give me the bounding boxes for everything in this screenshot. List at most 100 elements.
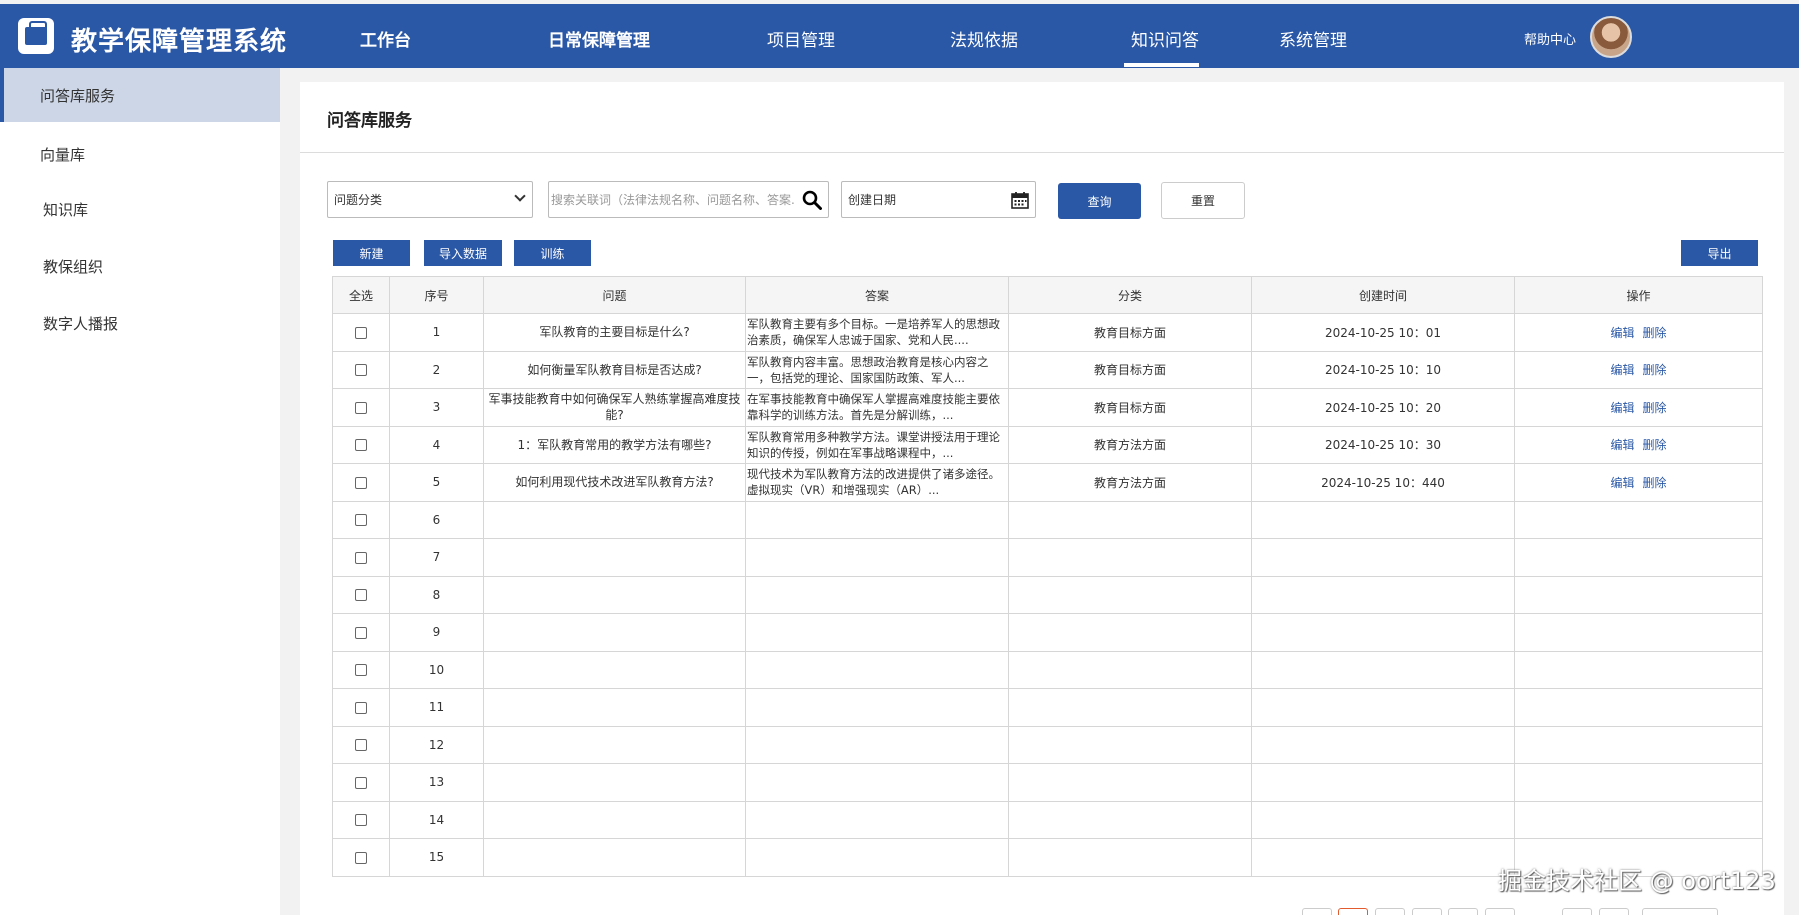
qa-table: 全选 序号 问题 答案 分类 创建时间 操作 1 军队教育的主要目标是什么? 军队教… <box>332 276 1763 877</box>
row-category <box>1008 838 1252 877</box>
nav-regulations[interactable]: 法规依据 <box>950 26 1018 51</box>
row-category: 教育方法方面 <box>1008 463 1252 502</box>
search-icon[interactable] <box>802 190 822 210</box>
calendar-icon <box>1011 192 1029 209</box>
row-checkbox[interactable] <box>355 664 367 677</box>
row-no: 6 <box>389 500 484 539</box>
pagination-next-button[interactable] <box>1562 908 1592 915</box>
pagination-page-button[interactable] <box>1448 908 1478 915</box>
row-checkbox[interactable] <box>355 776 367 789</box>
pagination-page-button[interactable] <box>1375 908 1405 915</box>
nav-daily-support[interactable]: 日常保障管理 <box>548 26 650 51</box>
sidebar-item-knowledge-base[interactable]: 知识库 <box>0 182 280 236</box>
date-picker[interactable]: 创建日期 <box>841 181 1036 218</box>
import-data-button[interactable]: 导入数据 <box>424 240 502 266</box>
pagination-size-select[interactable] <box>1642 908 1718 915</box>
row-select-cell <box>332 800 390 839</box>
pagination-page-button[interactable] <box>1485 908 1515 915</box>
category-select[interactable]: 问题分类 <box>327 181 533 218</box>
column-header-answer: 答案 <box>745 276 1009 314</box>
row-checkbox[interactable] <box>355 589 367 602</box>
row-checkbox[interactable] <box>355 701 367 714</box>
row-checkbox[interactable] <box>355 851 367 864</box>
avatar[interactable] <box>1590 16 1632 58</box>
chevron-down-icon <box>514 190 526 202</box>
column-header-category: 分类 <box>1008 276 1252 314</box>
sidebar-item-qa-service[interactable]: 问答库服务 <box>0 68 280 122</box>
train-button[interactable]: 训练 <box>514 240 591 266</box>
row-checkbox[interactable] <box>355 739 367 752</box>
row-checkbox[interactable] <box>355 514 367 527</box>
sidebar-item-vector-store[interactable]: 向量库 <box>0 127 280 181</box>
row-checkbox[interactable] <box>355 364 367 377</box>
row-checkbox[interactable] <box>355 326 367 339</box>
delete-link[interactable]: 删除 <box>1643 326 1667 340</box>
row-select-cell <box>332 425 390 464</box>
new-button[interactable]: 新建 <box>333 240 410 266</box>
row-answer <box>745 575 1009 614</box>
row-checkbox[interactable] <box>355 551 367 564</box>
edit-link[interactable]: 编辑 <box>1610 363 1634 377</box>
nav-workbench[interactable]: 工作台 <box>360 26 411 51</box>
edit-link[interactable]: 编辑 <box>1610 326 1634 340</box>
query-button[interactable]: 查询 <box>1058 183 1141 219</box>
row-created-time <box>1251 650 1515 689</box>
delete-link[interactable]: 删除 <box>1643 363 1667 377</box>
select-all-header[interactable]: 全选 <box>332 276 390 314</box>
row-answer <box>745 613 1009 652</box>
pagination-page-button[interactable] <box>1599 908 1629 915</box>
row-checkbox[interactable] <box>355 439 367 452</box>
nav-knowledge-qa[interactable]: 知识问答 <box>1131 26 1199 51</box>
row-question <box>483 575 746 614</box>
row-answer: 军队教育常用多种教学方法。课堂讲授法用于理论知识的传授，例如在军事战略课程中，.… <box>745 425 1009 464</box>
row-no: 7 <box>389 538 484 577</box>
pagination-prev-button[interactable] <box>1302 908 1332 915</box>
row-checkbox[interactable] <box>355 401 367 414</box>
row-select-cell <box>332 388 390 427</box>
sidebar-item-label: 问答库服务 <box>40 86 116 105</box>
search-input[interactable] <box>551 184 795 215</box>
row-question: 1：军队教育常用的教学方法有哪些? <box>483 425 746 464</box>
table-row: 12 <box>332 725 1763 764</box>
table-header-row: 全选 序号 问题 答案 分类 创建时间 操作 <box>332 276 1763 314</box>
export-button[interactable]: 导出 <box>1681 240 1758 266</box>
help-center-link[interactable]: 帮助中心 <box>1524 29 1576 48</box>
row-question <box>483 538 746 577</box>
row-actions <box>1514 538 1763 577</box>
sidebar-item-label: 数字人播报 <box>43 314 119 333</box>
row-category <box>1008 688 1252 727</box>
pagination-page-button[interactable] <box>1338 908 1368 915</box>
edit-link[interactable]: 编辑 <box>1610 476 1634 490</box>
nav-project-management[interactable]: 项目管理 <box>767 26 835 51</box>
row-checkbox[interactable] <box>355 476 367 489</box>
row-actions <box>1514 575 1763 614</box>
reset-button[interactable]: 重置 <box>1161 182 1245 219</box>
sidebar-item-digital-human[interactable]: 数字人播报 <box>0 296 280 350</box>
edit-link[interactable]: 编辑 <box>1610 438 1634 452</box>
row-answer: 现代技术为军队教育方法的改进提供了诸多途径。虚拟现实（VR）和增强现实（AR）.… <box>745 463 1009 502</box>
row-category <box>1008 500 1252 539</box>
nav-system-management[interactable]: 系统管理 <box>1279 26 1347 51</box>
edit-link[interactable]: 编辑 <box>1610 401 1634 415</box>
sidebar-item-organization[interactable]: 教保组织 <box>0 239 280 293</box>
pagination-page-button[interactable] <box>1412 908 1442 915</box>
table-row: 3 军事技能教育中如何确保军人熟练掌握高难度技能? 在军事技能教育中确保军人掌握高难… <box>332 388 1763 427</box>
row-no: 15 <box>389 838 484 877</box>
delete-link[interactable]: 删除 <box>1643 401 1667 415</box>
delete-link[interactable]: 删除 <box>1643 476 1667 490</box>
row-select-cell <box>332 688 390 727</box>
row-actions: 编辑 删除 <box>1514 388 1763 427</box>
table-row: 5 如何利用现代技术改进军队教育方法? 现代技术为军队教育方法的改进提供了诸多途径。… <box>332 463 1763 502</box>
row-checkbox[interactable] <box>355 814 367 827</box>
delete-link[interactable]: 删除 <box>1643 438 1667 452</box>
watermark: 掘金技术社区 @ oort123 <box>1498 867 1776 895</box>
date-picker-value: 创建日期 <box>848 193 897 207</box>
row-select-cell <box>332 763 390 802</box>
row-created-time <box>1251 725 1515 764</box>
row-answer <box>745 650 1009 689</box>
row-checkbox[interactable] <box>355 626 367 639</box>
row-question: 如何衡量军队教育目标是否达成? <box>483 350 746 389</box>
row-actions <box>1514 688 1763 727</box>
row-actions <box>1514 800 1763 839</box>
row-created-time: 2024-10-25 10：440 <box>1251 463 1515 502</box>
